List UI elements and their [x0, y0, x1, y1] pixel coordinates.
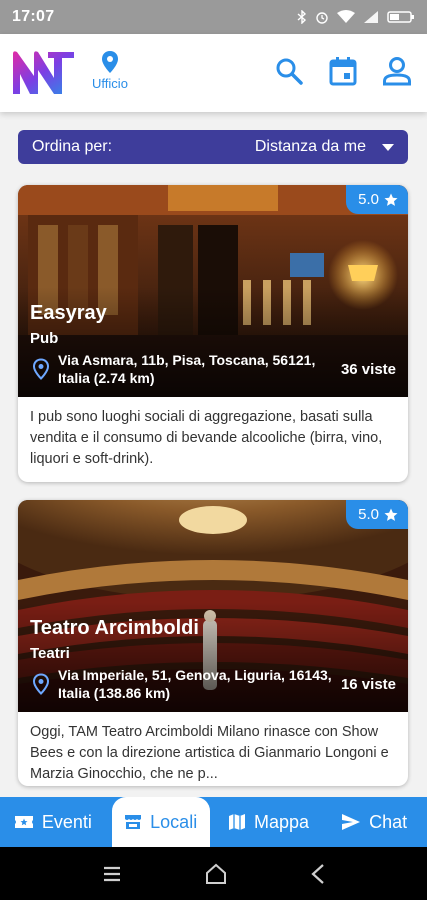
location-label: Ufficio: [92, 76, 128, 91]
location-pin-icon: [32, 358, 50, 380]
sort-dropdown[interactable]: Ordina per: Distanza da me: [18, 130, 408, 164]
status-time: 17:07: [12, 8, 55, 25]
venue-category: Teatri: [30, 645, 70, 662]
bottom-navigation: Eventi Locali Mappa Chat: [0, 797, 427, 847]
tab-chat[interactable]: Chat: [321, 797, 427, 847]
venue-address: Via Asmara, 11b, Pisa, Toscana, 56121, I…: [58, 352, 316, 386]
rating-value: 5.0: [358, 506, 379, 523]
venue-address-row: Via Imperiale, 51, Genova, Liguria, 1614…: [30, 666, 396, 702]
calendar-button[interactable]: [327, 54, 359, 88]
venue-description: I pub sono luoghi sociali di aggregazion…: [30, 409, 383, 467]
tab-mappa-label: Mappa: [253, 811, 310, 832]
search-button[interactable]: [273, 54, 305, 88]
header-actions: [273, 54, 413, 88]
status-bar: 17:07: [0, 0, 427, 34]
venue-image: 5.0 Easyray Pub Via Asmara, 11b, Pisa, T…: [18, 185, 408, 397]
back-icon[interactable]: [310, 863, 326, 885]
tab-chat-label: Chat: [369, 811, 408, 832]
store-icon: [125, 815, 142, 829]
bluetooth-icon: [297, 10, 307, 24]
recent-apps-icon[interactable]: [102, 865, 122, 883]
tab-locali-label: Locali: [150, 811, 198, 832]
chevron-down-icon: [382, 143, 394, 151]
venue-list[interactable]: Ordina per: Distanza da me 5.0 Easyray P…: [0, 112, 427, 797]
battery-icon: [387, 11, 414, 23]
map-icon: [228, 814, 245, 830]
calendar-icon: [329, 57, 357, 86]
venue-views: 36 viste: [340, 360, 396, 378]
app-logo[interactable]: [10, 48, 76, 98]
venue-description: Oggi, TAM Teatro Arcimboldi Milano rinas…: [30, 724, 389, 782]
app-header: Ufficio: [0, 34, 427, 112]
system-navigation-bar: [0, 847, 427, 900]
search-icon: [276, 58, 303, 85]
location-pin-icon: [32, 673, 50, 695]
rating-value: 5.0: [358, 191, 379, 208]
home-icon[interactable]: [205, 863, 227, 885]
signal-icon: [364, 11, 378, 23]
venue-card[interactable]: 5.0 Teatro Arcimboldi Teatri Via Imperia…: [18, 500, 408, 786]
venue-name: Teatro Arcimboldi: [30, 617, 199, 639]
venue-address: Via Imperiale, 51, Genova, Liguria, 1614…: [58, 667, 332, 701]
profile-button[interactable]: [381, 54, 413, 88]
location-selector[interactable]: Ufficio: [88, 50, 132, 91]
venue-card[interactable]: 5.0 Easyray Pub Via Asmara, 11b, Pisa, T…: [18, 185, 408, 482]
status-icons: [297, 10, 415, 24]
user-icon: [383, 57, 411, 86]
sort-value: Distanza da me: [254, 138, 366, 155]
ticket-icon: [14, 816, 33, 828]
send-icon: [342, 814, 361, 830]
venue-image: 5.0 Teatro Arcimboldi Teatri Via Imperia…: [18, 500, 408, 712]
tab-eventi[interactable]: Eventi: [0, 797, 106, 847]
rating-badge: 5.0: [346, 185, 408, 214]
map-pin-icon: [102, 51, 118, 73]
star-icon: [384, 508, 398, 521]
venue-name: Easyray: [30, 302, 107, 324]
venue-views: 16 viste: [340, 675, 396, 693]
tab-locali[interactable]: Locali: [111, 797, 210, 847]
wifi-icon: [337, 10, 355, 23]
rating-badge: 5.0: [346, 500, 408, 529]
star-icon: [384, 193, 398, 206]
alarm-icon: [316, 12, 328, 24]
venue-address-row: Via Asmara, 11b, Pisa, Toscana, 56121, I…: [30, 351, 396, 387]
venue-category: Pub: [30, 330, 59, 347]
tab-mappa[interactable]: Mappa: [216, 797, 322, 847]
sort-label: Ordina per:: [32, 138, 113, 155]
tab-eventi-label: Eventi: [41, 811, 92, 832]
